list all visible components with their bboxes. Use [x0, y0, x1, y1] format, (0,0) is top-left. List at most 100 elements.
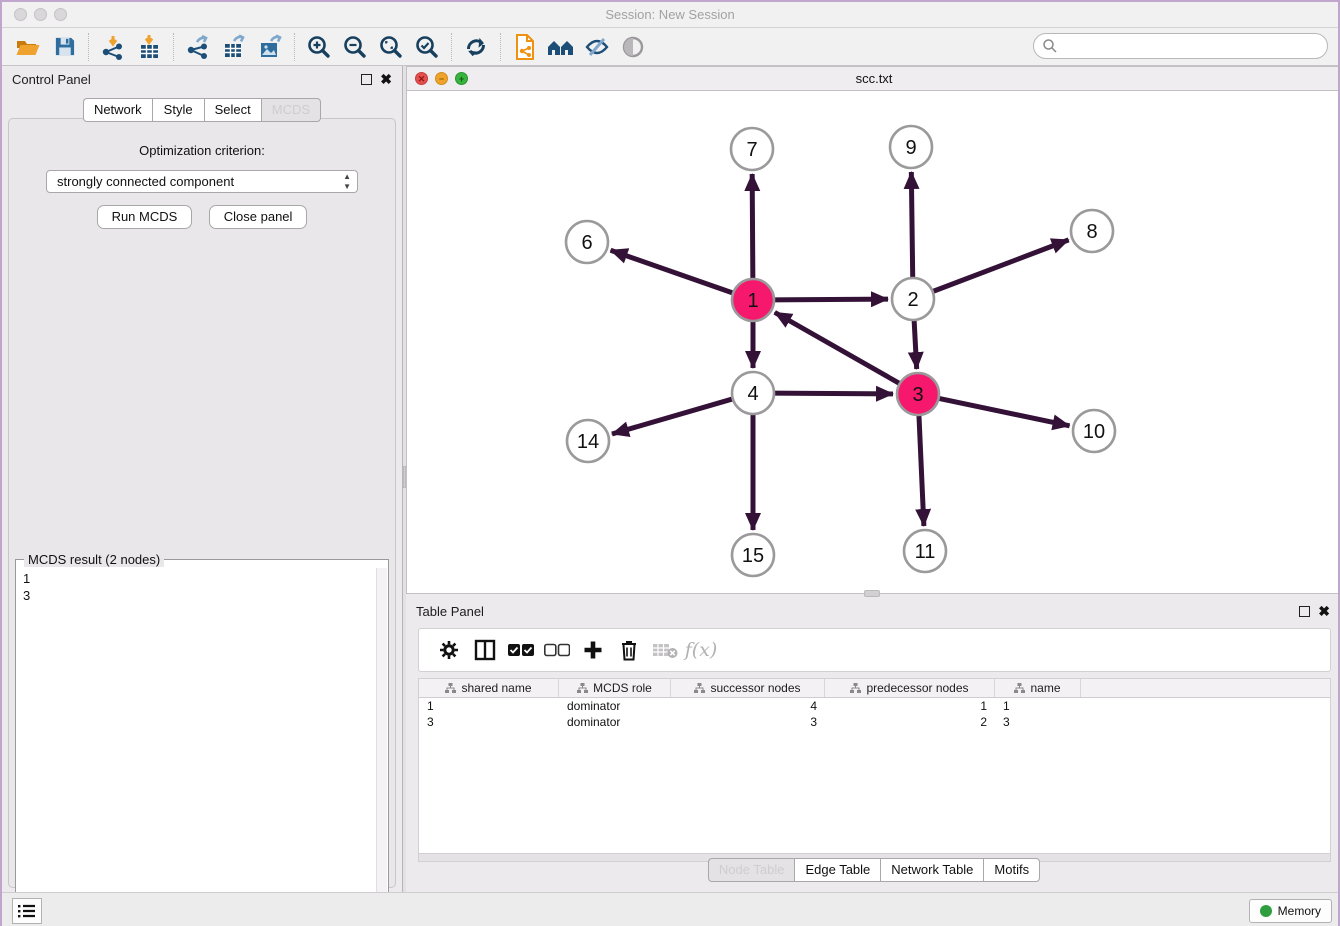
graph-edge-1-6[interactable]	[611, 250, 735, 293]
network-window-titlebar[interactable]: ✕ − + scc.txt	[407, 67, 1340, 91]
save-session-button[interactable]	[46, 32, 82, 62]
run-mcds-button[interactable]: Run MCDS	[97, 205, 193, 229]
table-panel-title: Table Panel	[416, 604, 484, 619]
graph-node-4[interactable]: 4	[732, 372, 774, 414]
column-header[interactable]: successor nodes	[671, 679, 825, 697]
graph-edge-3-1[interactable]	[775, 312, 902, 384]
table-cell[interactable]: dominator	[559, 714, 671, 730]
import-table-button[interactable]	[131, 32, 167, 62]
first-neighbors-button[interactable]	[543, 32, 579, 62]
export-network-button[interactable]	[180, 32, 216, 62]
table-cell[interactable]: 3	[995, 714, 1081, 730]
graph-edge-2-3[interactable]	[914, 318, 917, 369]
graph-edge-3-10[interactable]	[937, 398, 1070, 426]
zoom-out-button[interactable]	[337, 32, 373, 62]
table-row[interactable]: 1dominator411	[419, 698, 1330, 714]
new-network-from-selection-button[interactable]	[507, 32, 543, 62]
delete-table-button[interactable]	[647, 633, 683, 667]
export-image-icon	[257, 34, 283, 60]
graph-edge-2-9[interactable]	[911, 172, 912, 280]
graph-node-15[interactable]: 15	[732, 534, 774, 576]
zoom-in-icon	[306, 34, 332, 60]
graph-node-label: 7	[746, 139, 757, 161]
graph-node-8[interactable]: 8	[1071, 210, 1113, 252]
tab-select[interactable]: Select	[204, 98, 261, 122]
float-panel-icon[interactable]	[1299, 606, 1310, 617]
column-header[interactable]: predecessor nodes	[825, 679, 995, 697]
mcds-result-list[interactable]: 1 3	[17, 568, 376, 926]
column-sort-icon	[445, 683, 456, 694]
graph-node-1[interactable]: 1	[732, 279, 774, 321]
task-history-button[interactable]	[12, 898, 42, 924]
show-all-button[interactable]	[615, 32, 651, 62]
split-columns-button[interactable]	[467, 633, 503, 667]
graph-node-2[interactable]: 2	[892, 278, 934, 320]
close-panel-icon[interactable]: ✖	[380, 71, 392, 88]
open-session-button[interactable]	[10, 32, 46, 62]
apply-layout-button[interactable]	[458, 32, 494, 62]
close-panel-icon[interactable]: ✖	[1318, 603, 1330, 620]
table-cell[interactable]: 3	[671, 714, 825, 730]
table-cell[interactable]: 1	[419, 698, 559, 714]
graph-node-3[interactable]: 3	[897, 373, 939, 415]
function-builder-button[interactable]: f(x)	[683, 633, 719, 667]
graph-node-6[interactable]: 6	[566, 221, 608, 263]
table-cell[interactable]: 1	[995, 698, 1081, 714]
graph-node-label: 11	[915, 541, 936, 563]
graph-node-11[interactable]: 11	[904, 530, 946, 572]
hide-selection-button[interactable]	[579, 32, 615, 62]
tab-network[interactable]: Network	[83, 98, 152, 122]
criterion-select[interactable]: strongly connected component ▲▼	[46, 170, 358, 193]
refresh-icon	[464, 35, 488, 59]
application-window: Session: New Session	[0, 0, 1340, 926]
export-image-button[interactable]	[252, 32, 288, 62]
graph-edge-2-8[interactable]	[931, 240, 1069, 292]
graph-node-14[interactable]: 14	[567, 420, 609, 462]
graph-edge-1-2[interactable]	[772, 299, 888, 300]
table-cell[interactable]: 3	[419, 714, 559, 730]
column-header[interactable]: name	[995, 679, 1081, 697]
tab-edge-table[interactable]: Edge Table	[794, 858, 880, 882]
graph-edge-4-3[interactable]	[772, 393, 893, 394]
zoom-selected-icon	[414, 34, 440, 60]
zoom-in-button[interactable]	[301, 32, 337, 62]
control-panel-tabs: NetworkStyleSelectMCDS	[2, 98, 402, 122]
close-panel-button[interactable]: Close panel	[209, 205, 308, 229]
result-scrollbar[interactable]	[376, 568, 387, 926]
float-panel-icon[interactable]	[361, 74, 372, 85]
table-cell[interactable]: 1	[825, 698, 995, 714]
search-input[interactable]	[1058, 36, 1327, 56]
tab-style[interactable]: Style	[152, 98, 204, 122]
graph-edge-1-7[interactable]	[752, 174, 753, 281]
tab-motifs[interactable]: Motifs	[983, 858, 1040, 882]
column-header[interactable]: MCDS role	[559, 679, 671, 697]
graph-edge-3-11[interactable]	[919, 413, 924, 526]
tab-node-table[interactable]: Node Table	[708, 858, 795, 882]
import-network-button[interactable]	[95, 32, 131, 62]
export-table-button[interactable]	[216, 32, 252, 62]
graph-node-10[interactable]: 10	[1073, 410, 1115, 452]
add-column-button[interactable]	[575, 633, 611, 667]
table-row[interactable]: 3dominator323	[419, 714, 1330, 730]
column-header[interactable]: shared name	[419, 679, 559, 697]
table-settings-button[interactable]	[431, 633, 467, 667]
graph-node-7[interactable]: 7	[731, 128, 773, 170]
graph-node-label: 15	[742, 545, 764, 567]
splitter-grip[interactable]	[864, 590, 880, 597]
network-canvas[interactable]: 1 2 3 4 6 7 8 9 10 11 14 15	[407, 91, 1340, 593]
zoom-fit-button[interactable]	[373, 32, 409, 62]
select-all-columns-button[interactable]	[503, 633, 539, 667]
tab-mcds[interactable]: MCDS	[261, 98, 321, 122]
main-area: Control Panel ✖ NetworkStyleSelectMCDS O…	[2, 66, 1340, 892]
graph-node-9[interactable]: 9	[890, 126, 932, 168]
graph-edge-4-14[interactable]	[612, 398, 735, 434]
delete-column-button[interactable]	[611, 633, 647, 667]
table-cell[interactable]: dominator	[559, 698, 671, 714]
unselect-all-columns-button[interactable]	[539, 633, 575, 667]
save-icon	[53, 35, 76, 58]
table-cell[interactable]: 2	[825, 714, 995, 730]
table-cell[interactable]: 4	[671, 698, 825, 714]
zoom-selected-button[interactable]	[409, 32, 445, 62]
memory-button[interactable]: Memory	[1249, 899, 1332, 923]
tab-network-table[interactable]: Network Table	[880, 858, 983, 882]
